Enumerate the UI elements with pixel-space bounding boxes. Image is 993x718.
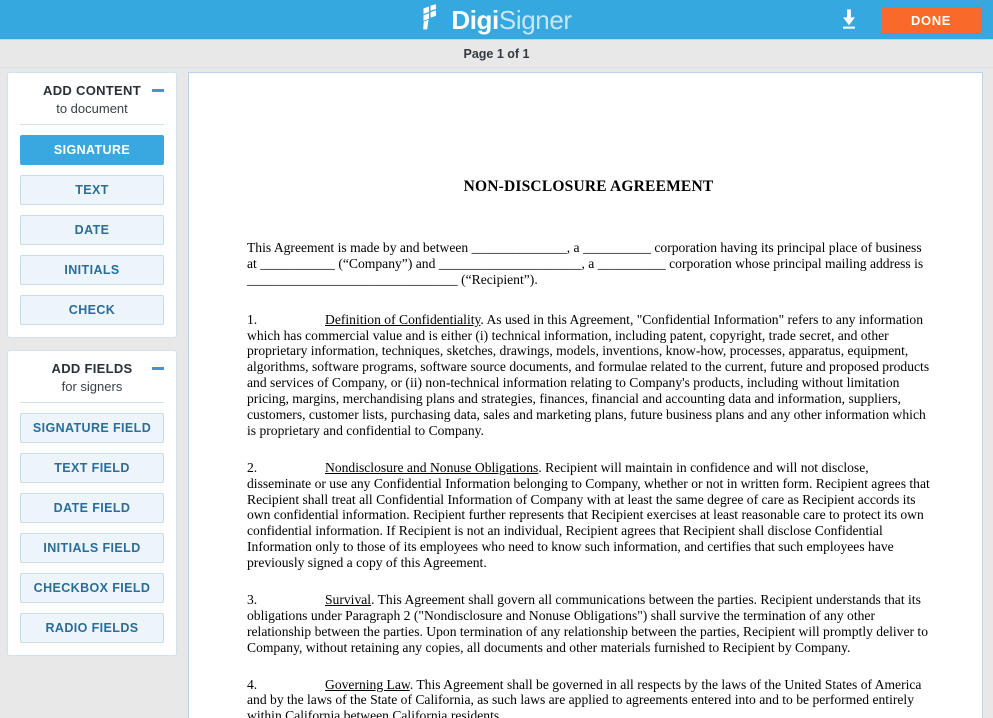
panel-add-content-subtitle: to document [20,101,164,125]
section-2-number: 2. [247,459,258,475]
signature-field-button[interactable]: SIGNATURE FIELD [20,413,164,443]
document-page-1: NON-DISCLOSURE AGREEMENT This Agreement … [189,73,982,718]
panel-add-content-header: ADD CONTENT [20,83,164,98]
add-signature-button[interactable]: SIGNATURE [20,135,164,165]
add-date-button[interactable]: DATE [20,215,164,245]
section-2-body: . Recipient will maintain in confidence … [247,459,930,571]
section-3-number: 3. [247,592,258,608]
logo-text-signer: Signer [498,4,572,35]
section-1-number: 1. [247,311,258,327]
page-indicator-label: Page 1 of 1 [463,46,530,61]
checkered-flag-icon [421,4,447,35]
section-3-heading: Survival [325,592,372,608]
add-content-button-list: SIGNATURE TEXT DATE INITIALS CHECK [20,135,164,325]
panel-add-content-title: ADD CONTENT [43,83,141,98]
radio-fields-button[interactable]: RADIO FIELDS [20,613,164,643]
panel-add-fields: ADD FIELDS for signers SIGNATURE FIELD T… [7,350,177,656]
checkbox-field-button[interactable]: CHECKBOX FIELD [20,573,164,603]
section-1-heading: Definition of Confidentiality [325,311,481,327]
digisigner-logo: DigiSigner [421,4,572,35]
add-check-button[interactable]: CHECK [20,295,164,325]
document-section-1: 1. Definition of Confidentiality. As used… [247,312,930,439]
logo-text-digi: Digi [451,4,499,35]
done-button[interactable]: DONE [881,7,981,33]
minus-icon[interactable] [152,89,164,92]
sidebar: ADD CONTENT to document SIGNATURE TEXT D… [7,72,177,668]
panel-add-fields-subtitle: for signers [20,379,164,403]
minus-icon[interactable] [152,367,164,370]
section-4-number: 4. [247,676,258,692]
document-section-3: 3. Survival. This Agreement shall govern … [247,592,930,656]
download-icon [837,7,861,34]
add-text-button[interactable]: TEXT [20,175,164,205]
section-1-body: . As used in this Agreement, "Confidenti… [247,311,930,438]
panel-add-fields-title: ADD FIELDS [51,361,133,376]
initials-field-button[interactable]: INITIALS FIELD [20,533,164,563]
date-field-button[interactable]: DATE FIELD [20,493,164,523]
page-indicator-bar: Page 1 of 1 [0,40,993,68]
document-intro-paragraph: This Agreement is made by and between __… [247,240,924,287]
document-section-4: 4. Governing Law. This Agreement shall be… [247,677,930,718]
panel-add-fields-header: ADD FIELDS [20,361,164,376]
document-title: NON-DISCLOSURE AGREEMENT [463,178,714,195]
section-4-heading: Governing Law [325,676,410,692]
panel-add-content: ADD CONTENT to document SIGNATURE TEXT D… [7,72,177,338]
header-actions: DONE [835,0,981,40]
add-fields-button-list: SIGNATURE FIELD TEXT FIELD DATE FIELD IN… [20,413,164,643]
document-section-2: 2. Nondisclosure and Nonuse Obligations. … [247,460,930,571]
document-viewer[interactable]: NON-DISCLOSURE AGREEMENT This Agreement … [188,72,983,718]
section-2-heading: Nondisclosure and Nonuse Obligations [325,459,539,475]
app-header: DigiSigner DONE [0,0,993,40]
text-field-button[interactable]: TEXT FIELD [20,453,164,483]
workspace: ADD CONTENT to document SIGNATURE TEXT D… [0,68,993,718]
logo-wordmark: DigiSigner [451,4,572,35]
add-initials-button[interactable]: INITIALS [20,255,164,285]
download-button[interactable] [835,6,863,34]
